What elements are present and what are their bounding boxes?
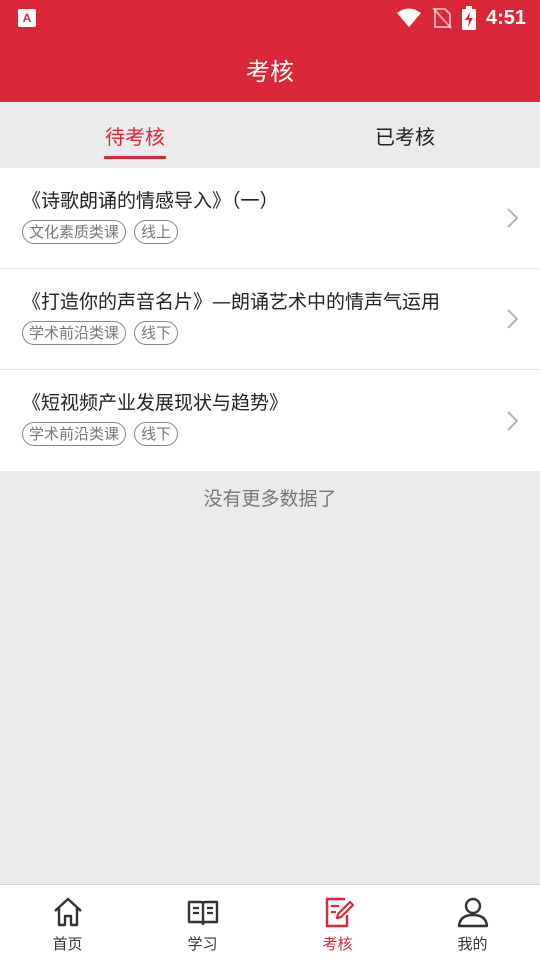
wifi-icon bbox=[396, 8, 421, 27]
app-header: 考核 bbox=[0, 36, 540, 102]
no-sim-icon bbox=[432, 7, 452, 29]
app-notification-icon: A bbox=[18, 9, 36, 27]
tab-pending-label: 待考核 bbox=[105, 124, 165, 149]
home-icon bbox=[53, 897, 82, 927]
tab-bar: 待考核 已考核 bbox=[0, 102, 540, 168]
tag-group: 学术前沿类课 线下 bbox=[22, 422, 480, 446]
book-icon bbox=[187, 900, 218, 926]
status-bar: A 4:51 bbox=[0, 0, 540, 36]
course-title: 《诗歌朗诵的情感导入》（一） bbox=[22, 190, 279, 212]
course-list: 《诗歌朗诵的情感导入》（一） 文化素质类课 线上 《打造你的声音名片》—朗诵艺术… bbox=[0, 168, 540, 471]
tab-completed[interactable]: 已考核 bbox=[270, 102, 540, 168]
nav-exam[interactable]: 考核 bbox=[270, 885, 405, 960]
list-end-message: 没有更多数据了 bbox=[203, 488, 337, 510]
tab-completed-label: 已考核 bbox=[375, 124, 435, 149]
nav-study-label: 学习 bbox=[187, 935, 218, 953]
mode-tag: 线下 bbox=[134, 321, 179, 345]
mode-tag: 线上 bbox=[134, 220, 179, 244]
course-title: 《短视频产业发展现状与趋势》 bbox=[22, 392, 289, 414]
nav-profile-label: 我的 bbox=[457, 935, 488, 953]
battery-charging-icon bbox=[461, 6, 476, 30]
mode-tag: 线下 bbox=[134, 422, 179, 446]
nav-home[interactable]: 首页 bbox=[0, 885, 135, 960]
list-item[interactable]: 《短视频产业发展现状与趋势》 学术前沿类课 线下 bbox=[0, 370, 540, 471]
category-tag: 学术前沿类课 bbox=[22, 321, 127, 345]
page-title: 考核 bbox=[246, 57, 294, 86]
nav-home-label: 首页 bbox=[52, 935, 83, 953]
nav-study[interactable]: 学习 bbox=[135, 885, 270, 960]
course-title: 《打造你的声音名片》—朗诵艺术中的情声气运用 bbox=[22, 291, 441, 313]
tab-pending[interactable]: 待考核 bbox=[0, 102, 270, 168]
category-tag: 学术前沿类课 bbox=[22, 422, 127, 446]
tab-active-indicator bbox=[104, 156, 166, 159]
tag-group: 学术前沿类课 线下 bbox=[22, 321, 480, 345]
nav-exam-label: 考核 bbox=[322, 935, 353, 953]
chevron-right-icon bbox=[507, 208, 519, 228]
bottom-nav: 首页 学习 考核 我的 bbox=[0, 884, 540, 960]
chevron-right-icon bbox=[507, 410, 519, 431]
tag-group: 文化素质类课 线上 bbox=[22, 220, 480, 244]
user-icon bbox=[457, 897, 488, 928]
chevron-right-icon bbox=[507, 309, 519, 329]
exam-icon bbox=[325, 897, 354, 928]
status-time: 4:51 bbox=[485, 6, 526, 29]
category-tag: 文化素质类课 bbox=[22, 220, 127, 244]
nav-profile[interactable]: 我的 bbox=[405, 885, 540, 960]
list-item[interactable]: 《诗歌朗诵的情感导入》（一） 文化素质类课 线上 bbox=[0, 168, 540, 269]
list-item[interactable]: 《打造你的声音名片》—朗诵艺术中的情声气运用 学术前沿类课 线下 bbox=[0, 269, 540, 370]
status-icons: 4:51 bbox=[396, 0, 526, 36]
